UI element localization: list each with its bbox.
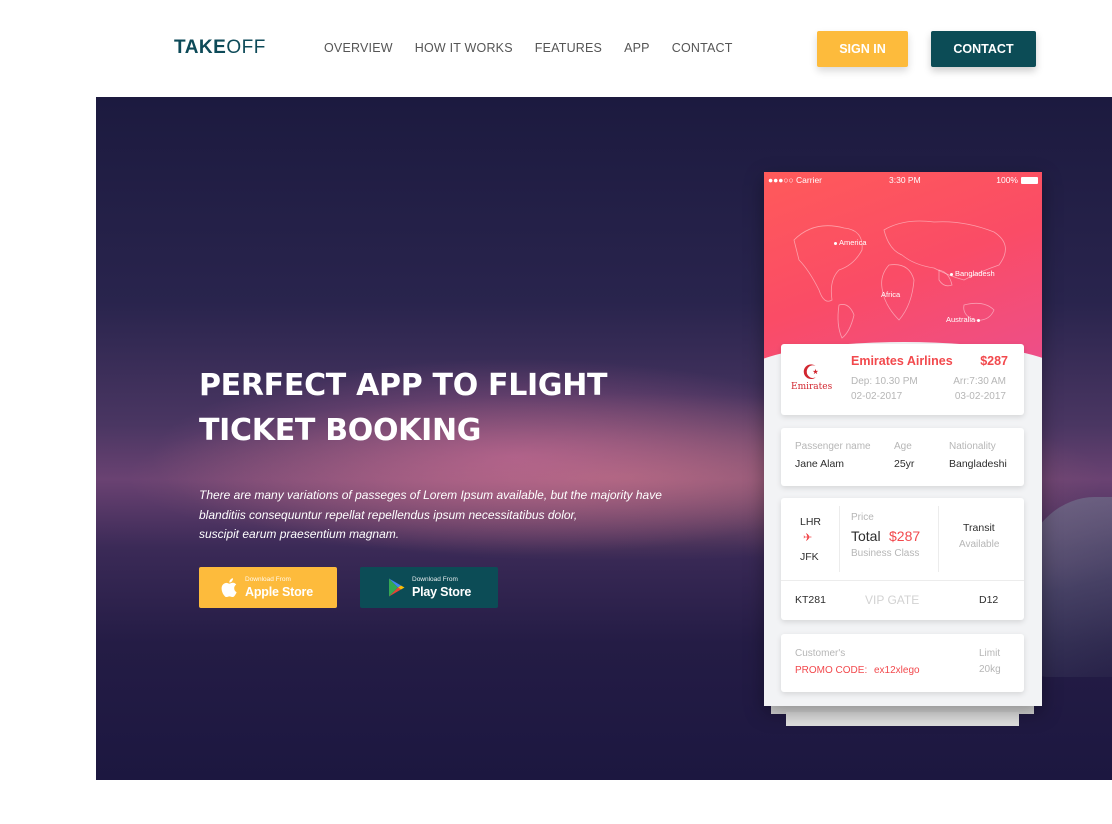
divider (938, 506, 939, 572)
flight-card[interactable]: ☪ Emirates Emirates Airlines $287 Dep: 1… (781, 344, 1024, 415)
play-store-text: Download From Play Store (412, 576, 472, 599)
gate-label: VIP GATE (865, 593, 920, 607)
main-nav: OVERVIEW HOW IT WORKS FEATURES APP CONTA… (324, 41, 733, 55)
apple-store-big: Apple Store (245, 584, 313, 599)
class-label: Business Class (851, 548, 920, 559)
hero-desc-line-1: There are many variations of passeges of… (199, 488, 662, 502)
nav-how-it-works[interactable]: HOW IT WORKS (415, 41, 513, 55)
battery-icon (1021, 176, 1038, 184)
age-label: Age (894, 441, 912, 452)
airline-name: Emirates Airlines (851, 354, 953, 368)
total-label: Total (851, 528, 881, 544)
transit-value: Available (959, 539, 1000, 550)
logo-bold-text: TAKE (174, 37, 227, 58)
emirates-logo: ☪ Emirates (791, 362, 833, 392)
passenger-name: Jane Alam (795, 458, 845, 470)
customer-label: Customer's (795, 648, 846, 659)
arrival-time: Arr:7:30 AM (953, 376, 1006, 387)
price-label: Price (851, 512, 874, 523)
map-label-africa: Africa (881, 290, 900, 299)
passenger-age: 25yr (894, 458, 915, 470)
hero-title-line-2: TICKET BOOKING (199, 413, 482, 448)
map-text-africa: Africa (881, 290, 901, 299)
logo-light-text: OFF (226, 37, 266, 58)
promo-code-value: ex12xlego (874, 665, 920, 676)
map-text-bangladesh: Bangladesh (955, 269, 995, 278)
passenger-card[interactable]: Passenger name Age Nationality Jane Alam… (781, 428, 1024, 486)
apple-store-small: Download From (245, 576, 291, 583)
nav-overview[interactable]: OVERVIEW (324, 41, 393, 55)
status-time: 3:30 PM (889, 175, 921, 185)
emirates-emblem-icon: ☪ (802, 362, 820, 384)
phone-status-bar: ●●●○○ Carrier 3:30 PM 100% (764, 175, 1042, 189)
apple-store-text: Download From Apple Store (245, 576, 313, 599)
play-store-small: Download From (412, 576, 458, 583)
gate-number: D12 (979, 594, 999, 606)
play-store-big: Play Store (412, 584, 472, 599)
route-card[interactable]: LHR ✈ JFK Price Total $287 Business Clas… (781, 498, 1024, 620)
apple-icon (219, 577, 239, 599)
hero-title-line-1: PERFECT APP TO FLIGHT (199, 368, 608, 403)
airplane-icon: ✈ (803, 532, 813, 544)
limit-label: Limit (979, 648, 1001, 659)
map-dot-icon (950, 272, 953, 276)
hero-description: There are many variations of passeges of… (199, 486, 679, 545)
hero-desc-line-3: suscipit earum praesentium magnam. (199, 527, 400, 541)
divider (839, 506, 840, 572)
nav-features[interactable]: FEATURES (535, 41, 602, 55)
hero-desc-line-2: blanditiis consequuntur repellat repelle… (199, 507, 578, 522)
nationality-label: Nationality (949, 441, 996, 452)
promo-code-label: PROMO CODE: (795, 665, 868, 676)
map-dot-icon (834, 241, 837, 245)
flight-price: $287 (980, 354, 1008, 368)
limit-value: 20kg (979, 664, 1001, 675)
map-text-australia: Australia (946, 315, 976, 324)
play-store-icon (386, 577, 406, 599)
map-label-america: America (834, 238, 867, 247)
map-label-bangladesh: Bangladesh (950, 269, 995, 278)
map-label-australia: Australia (946, 315, 982, 324)
transit-label: Transit (963, 522, 995, 534)
total-value: $287 (889, 528, 921, 544)
phone-shadow-layer-2 (786, 712, 1019, 726)
brand-logo[interactable]: TAKEOFF (174, 37, 266, 59)
apple-store-button[interactable]: Download From Apple Store (199, 567, 337, 608)
departure-date: 02-02-2017 (851, 391, 903, 402)
play-store-button[interactable]: Download From Play Store (360, 567, 498, 608)
map-dot-icon (977, 318, 981, 322)
flight-number: KT281 (795, 594, 826, 606)
passenger-nationality: Bangladeshi (949, 458, 1007, 470)
divider (781, 580, 1024, 581)
route-from: LHR (800, 516, 822, 528)
emirates-logo-text: Emirates (791, 382, 833, 392)
route-to: JFK (800, 551, 819, 563)
passenger-name-label: Passenger name (795, 441, 871, 452)
hero-title: PERFECT APP TO FLIGHT TICKET BOOKING (199, 363, 659, 453)
sign-in-button[interactable]: SIGN IN (817, 31, 908, 67)
nav-contact[interactable]: CONTACT (672, 41, 733, 55)
map-text-america: America (839, 238, 867, 247)
status-battery: 100% (996, 175, 1038, 185)
departure-time: Dep: 10.30 PM (851, 376, 918, 387)
status-carrier: ●●●○○ Carrier (768, 175, 823, 185)
arrival-date: 03-02-2017 (954, 391, 1006, 402)
phone-mockup: ●●●○○ Carrier 3:30 PM 100% America Bangl… (764, 172, 1042, 706)
customer-card[interactable]: Customer's PROMO CODE: ex12xlego Limit 2… (781, 634, 1024, 692)
contact-button[interactable]: CONTACT (931, 31, 1036, 67)
nav-app[interactable]: APP (624, 41, 650, 55)
battery-percent: 100% (996, 175, 1018, 185)
